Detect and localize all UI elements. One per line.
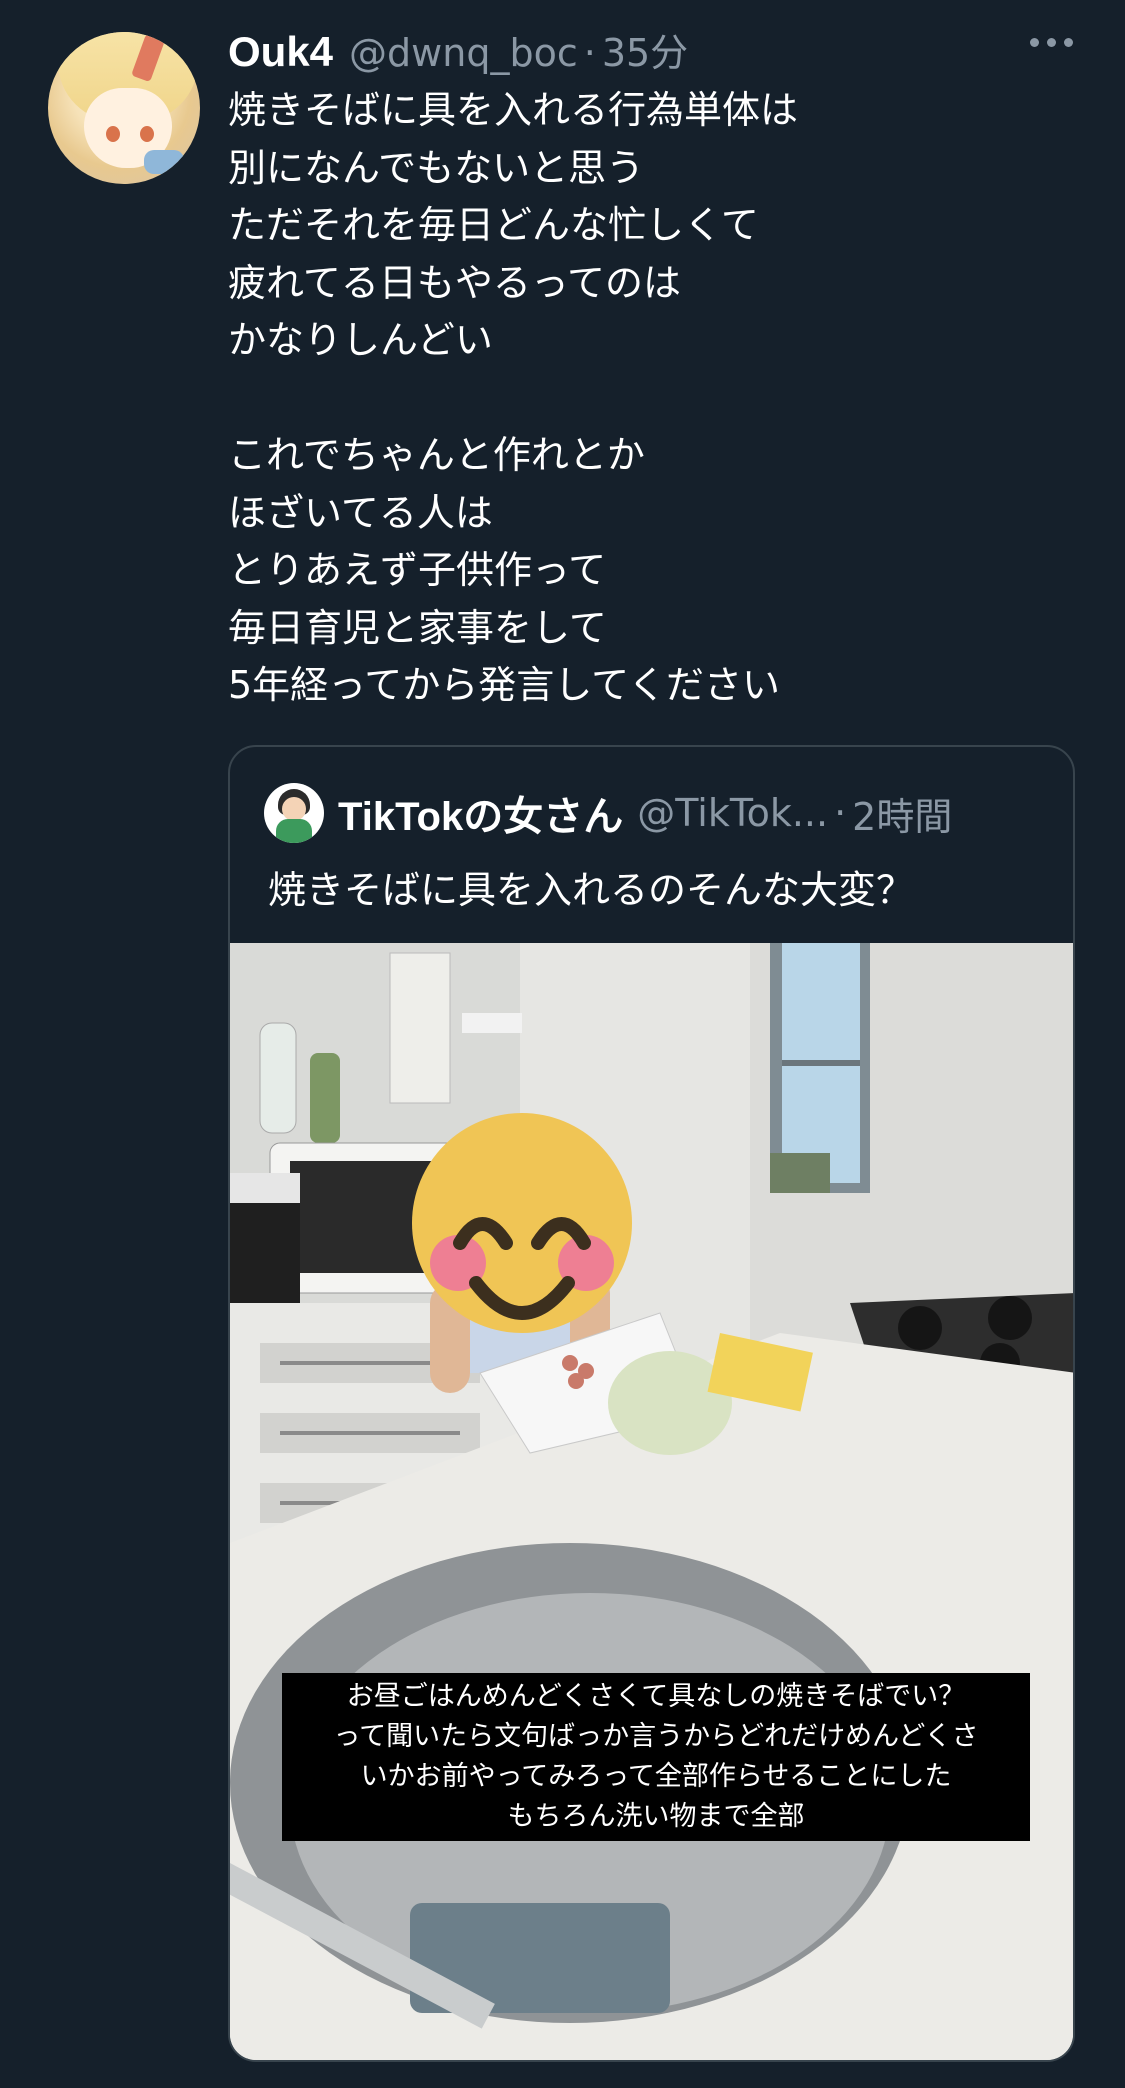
caption-line: って聞いたら文句ばっか言うからどれだけめんどくさ — [333, 1721, 979, 1752]
tweet-text: 焼きそばに具を入れる行為単体は 別になんでもないと思う ただそれを毎日どんな忙し… — [228, 82, 1088, 715]
avatar-eye — [106, 126, 120, 142]
tweet-line: 疲れてる日もやるってのは — [228, 260, 681, 305]
separator-dot: · — [583, 31, 596, 75]
quoted-avatar-body — [276, 819, 312, 843]
quoted-header: TikTokの女さん @TikTok... · 2時間 — [264, 783, 952, 843]
quoted-photo[interactable]: お昼ごはんめんどくさくて具なしの焼きそばでい？ って聞いたら文句ばっか言うからど… — [230, 943, 1073, 2060]
tweet-line: かなりしんどい — [228, 318, 493, 362]
more-dot — [1047, 38, 1056, 47]
avatar-accessory — [144, 150, 184, 174]
quoted-avatar — [264, 783, 324, 843]
author-name[interactable]: Ouk4 — [228, 28, 333, 76]
quoted-tweet[interactable]: TikTokの女さん @TikTok... · 2時間 焼きそばに具を入れるのそ… — [228, 745, 1075, 2062]
tweet-line — [228, 370, 1088, 428]
caption-line: お昼ごはんめんどくさくて具なしの焼きそばでい？ — [346, 1681, 966, 1712]
quoted-text: 焼きそばに具を入れるのそんな大変？ — [268, 868, 915, 912]
tweet-line: 毎日育児と家事をして — [228, 605, 607, 650]
author-handle[interactable]: @dwnq_boc — [349, 31, 578, 75]
tweet-line: 別になんでもないと思う — [228, 145, 645, 190]
tweet-line: これでちゃんと作れとか — [228, 433, 645, 477]
quoted-author-name: TikTokの女さん — [338, 795, 624, 839]
tweet-line: ただそれを毎日どんな忙しくて — [228, 203, 759, 247]
tweet-line: 焼きそばに具を入れる行為単体は — [228, 88, 799, 132]
more-dot — [1064, 38, 1073, 47]
tweet-line: とりあえず子供作って — [228, 548, 607, 592]
author-avatar[interactable] — [48, 32, 200, 184]
tweet-header: Ouk4 @dwnq_boc · 35分 — [228, 22, 688, 80]
caption-line: もちろん洗い物まで全部 — [507, 1801, 805, 1832]
quoted-avatar-face — [282, 797, 306, 821]
more-dot — [1030, 38, 1039, 47]
more-horizontal-icon[interactable] — [1030, 38, 1073, 47]
tweet-line: ほざいてる人は — [228, 490, 493, 535]
tweet-line: 5年経ってから発言してください — [228, 663, 780, 707]
tweet[interactable]: Ouk4 @dwnq_boc · 35分 焼きそばに具を入れる行為単体は 別にな… — [0, 0, 1125, 2088]
video-caption: お昼ごはんめんどくさくて具なしの焼きそばでい？ って聞いたら文句ばっか言うからど… — [282, 1673, 1030, 1841]
separator-dot: · — [834, 791, 847, 835]
avatar-eye — [140, 126, 154, 142]
tweet-timestamp[interactable]: 35分 — [602, 22, 688, 77]
smiling-face-emoji — [412, 1113, 632, 1333]
quoted-author-handle: @TikTok... — [637, 791, 829, 835]
caption-line: いかお前やってみろって全部作らせることにした — [360, 1761, 952, 1792]
quoted-timestamp: 2時間 — [852, 794, 953, 839]
kitchen-photo-illustration — [230, 943, 1073, 2060]
